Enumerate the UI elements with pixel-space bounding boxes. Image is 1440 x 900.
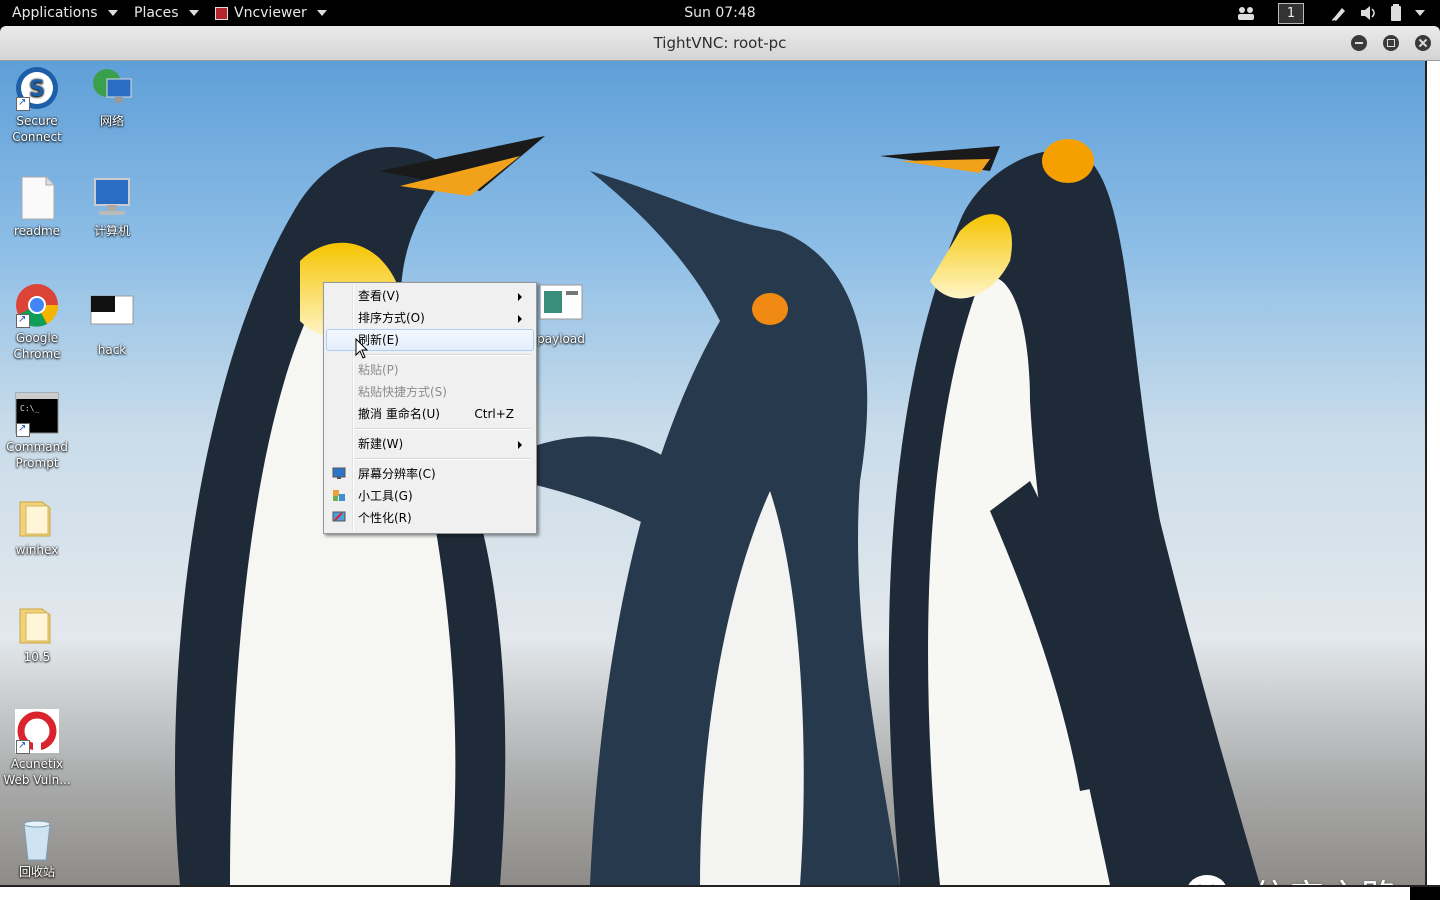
desktop-icon-label: winhex: [15, 543, 59, 557]
svg-text:S: S: [29, 77, 45, 102]
places-menu[interactable]: Places: [134, 0, 199, 26]
vnc-frame-right-edge: [1425, 61, 1440, 885]
vncviewer-label: Vncviewer: [234, 5, 307, 21]
submenu-arrow-icon: [518, 315, 522, 323]
applications-label: Applications: [12, 5, 98, 21]
window-titlebar[interactable]: TightVNC: root-pc: [0, 26, 1440, 61]
wechat-icon: [1188, 875, 1226, 885]
desktop-icon-folder-105[interactable]: 10.5: [0, 601, 75, 665]
text-document-icon: [14, 175, 60, 221]
chevron-down-icon: [107, 10, 118, 16]
personalize-icon: [332, 511, 346, 522]
user-presence-icon[interactable]: [1237, 5, 1255, 21]
menu-item-view[interactable]: 查看(V): [326, 285, 532, 307]
desktop-icon-label: Command Prompt: [6, 440, 68, 470]
desktop-icon-network[interactable]: 网络: [74, 65, 150, 129]
menu-separator: [354, 458, 530, 460]
top-panel: Applications Places Vncviewer Sun 07:48 …: [0, 0, 1440, 26]
menu-item-paste-shortcut[interactable]: 粘贴快捷方式(S): [326, 381, 532, 403]
monitor-icon: [332, 467, 346, 479]
desktop-icon-computer[interactable]: 计算机: [74, 175, 150, 239]
places-label: Places: [134, 5, 179, 21]
command-prompt-icon: C:\_: [14, 391, 60, 437]
folder-icon: [14, 494, 60, 540]
maximize-button[interactable]: [1383, 35, 1399, 51]
vnc-frame-bottom-edge: [0, 885, 1440, 900]
volume-icon[interactable]: [1360, 5, 1378, 21]
menu-item-new[interactable]: 新建(W): [326, 433, 532, 455]
battery-icon[interactable]: [1390, 4, 1402, 22]
applications-menu[interactable]: Applications: [12, 0, 118, 26]
menu-item-paste[interactable]: 粘贴(P): [326, 359, 532, 381]
acunetix-icon: [14, 708, 60, 754]
desktop-icon-google-chrome[interactable]: Google Chrome: [0, 282, 75, 362]
folder-icon: [14, 601, 60, 647]
desktop-icon-secure-connect[interactable]: S Secure Connect: [0, 65, 75, 145]
system-menu-chevron-icon[interactable]: [1415, 10, 1425, 16]
gadgets-icon: [333, 490, 345, 501]
window-title: TightVNC: root-pc: [653, 34, 787, 52]
desktop-context-menu: 查看(V) 排序方式(O) 刷新(E) 粘贴(P) 粘贴快捷方式(S) 撤消 重…: [323, 282, 537, 534]
menu-item-gadgets[interactable]: 小工具(G): [326, 485, 532, 507]
desktop-icon-hack[interactable]: hack: [74, 294, 150, 358]
network-icon: [89, 65, 135, 111]
desktop-icon-label: 网络: [99, 114, 124, 128]
desktop-icon-recycle-bin[interactable]: 回收站: [0, 816, 75, 880]
mouse-pointer-icon: [355, 338, 369, 359]
desktop-icon-label: 10.5: [23, 650, 51, 664]
submenu-arrow-icon: [518, 293, 522, 301]
menu-item-sort-by[interactable]: 排序方式(O): [326, 307, 532, 329]
menu-separator: [354, 428, 530, 430]
vncviewer-icon: [215, 6, 228, 20]
desktop-icon-label: Acunetix Web Vuln...: [3, 757, 71, 787]
clock[interactable]: Sun 07:48: [684, 0, 755, 26]
watermark-text: 信安之路: [1253, 869, 1397, 885]
pen-icon[interactable]: [1330, 4, 1348, 22]
chrome-icon: [14, 282, 60, 328]
shortcut-label: Ctrl+Z: [474, 407, 514, 421]
vncviewer-app-menu[interactable]: Vncviewer: [215, 0, 327, 26]
menu-item-personalize[interactable]: 个性化(R): [326, 507, 532, 529]
desktop-icon-command-prompt[interactable]: C:\_ Command Prompt: [0, 391, 75, 471]
menu-item-undo-rename[interactable]: 撤消 重命名(U) Ctrl+Z: [326, 403, 532, 425]
penguin-wallpaper: [175, 136, 1260, 885]
desktop-icon-acunetix[interactable]: Acunetix Web Vuln...: [0, 708, 75, 788]
desktop-icon-readme[interactable]: readme: [0, 175, 75, 239]
desktop-icon-label: Google Chrome: [13, 331, 61, 361]
program-window-icon: [89, 294, 135, 340]
watermark: 信安之路: [1185, 869, 1397, 885]
chevron-down-icon: [316, 10, 327, 16]
desktop-icon-label: Secure Connect: [12, 114, 62, 144]
desktop-icon-label: 计算机: [93, 224, 130, 238]
minimize-button[interactable]: [1351, 35, 1367, 51]
chevron-down-icon: [188, 10, 199, 16]
desktop-icon-label: hack: [97, 343, 127, 357]
workspace-indicator[interactable]: 1: [1278, 3, 1304, 24]
submenu-arrow-icon: [518, 441, 522, 449]
remote-desktop[interactable]: S Secure Connect 网络 readme 计算机 Google Ch…: [0, 61, 1425, 885]
desktop-icon-label: readme: [13, 224, 61, 238]
program-window-icon: [538, 283, 584, 329]
desktop-icon-winhex[interactable]: winhex: [0, 494, 75, 558]
menu-item-screen-resolution[interactable]: 屏幕分辨率(C): [326, 463, 532, 485]
computer-icon: [89, 175, 135, 221]
svg-text:C:\_: C:\_: [20, 404, 39, 413]
menu-separator: [354, 354, 530, 356]
desktop-icon-label: 回收站: [18, 865, 55, 879]
secure-connect-icon: S: [14, 65, 60, 111]
close-button[interactable]: [1415, 35, 1431, 51]
recycle-bin-icon: [14, 816, 60, 862]
